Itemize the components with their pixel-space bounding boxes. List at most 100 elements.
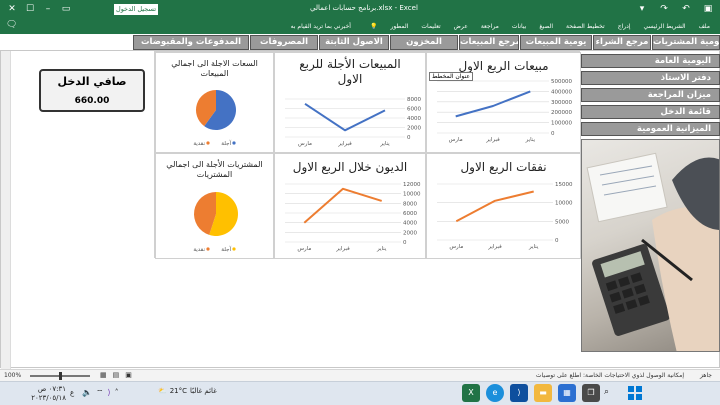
comments-icon[interactable]: 🗨	[6, 20, 17, 30]
normal-view-icon[interactable]: ▣	[125, 371, 132, 379]
side-income-statement[interactable]: قائمة الدخل	[581, 105, 720, 119]
sign-in-button[interactable]: تسجيل الدخول	[114, 4, 158, 15]
expenses-x-tick: يناير	[528, 244, 539, 250]
show-hidden-icons[interactable]: ˄	[115, 388, 119, 398]
ribbon-options-icon[interactable]: ▭	[60, 3, 72, 15]
debts-y-tick: 2000	[403, 230, 417, 236]
zoom-level[interactable]: 100%	[4, 372, 21, 379]
customize-qat-icon[interactable]: ▾	[636, 3, 648, 15]
net-income-card: صافي الدخل 660.00	[39, 69, 145, 112]
search-icon[interactable]: ⌕	[604, 387, 609, 397]
nav-purchase-returns[interactable]: مرجع الشراء	[593, 35, 651, 50]
debts-x-tick: مارس	[297, 246, 311, 252]
redo-icon[interactable]: ↷	[658, 3, 670, 15]
nav-expenses[interactable]: المصروفات	[250, 35, 318, 50]
vscode-app-icon[interactable]: ⟩	[510, 384, 528, 402]
sales-q1-series-line	[455, 90, 531, 118]
side-trial-balance[interactable]: ميزان المراجعة	[581, 88, 720, 102]
page-break-view-icon[interactable]: ▦	[100, 371, 107, 379]
credit-sales-pie-legend-label: نقدية	[193, 141, 205, 147]
expenses-y-tick: 5000	[555, 219, 569, 225]
lightbulb-icon: 💡	[369, 22, 378, 30]
sales-q1-line-chart[interactable]: مبيعات الربع الاول 0 100000 200000 300000 40…	[426, 52, 581, 153]
vscode-tray-icon[interactable]: ⟩	[108, 388, 111, 398]
maximize-icon[interactable]: ☐	[24, 3, 36, 15]
sales-q1-x-tick: يناير	[525, 137, 536, 143]
tab-data[interactable]: بيانات	[512, 23, 526, 30]
debts-y-tick: 10000	[403, 192, 421, 198]
credit-sales-pie-legend-marker	[232, 141, 236, 145]
sales-q1-y-tick: 200000	[551, 110, 572, 116]
debts-x-tick: فبراير	[335, 246, 350, 252]
nav-sales-returns[interactable]: مرجع المبيعات	[459, 35, 519, 50]
input-language[interactable]: ع	[70, 389, 74, 397]
file-explorer-icon[interactable]: ▬	[534, 384, 552, 402]
side-ledger[interactable]: دفتر الاستاذ	[581, 71, 720, 85]
credit-sales-pie-legend-marker	[206, 141, 210, 145]
net-income-value: 660.00	[74, 96, 110, 106]
credit-purchases-pie-svg: آجلة نقدية	[193, 192, 239, 253]
tell-me-search[interactable]: أخبرني بما تريد القيام به	[291, 23, 351, 30]
nav-sales-journal[interactable]: يومية المبيعات	[520, 35, 592, 50]
view-buttons: ▦ ▤ ▣	[100, 371, 132, 379]
minimize-icon[interactable]: –	[42, 3, 54, 15]
windows-start-icon[interactable]	[628, 386, 642, 400]
debts-line-chart[interactable]: الديون خلال الربع الاول 0 2000 4000 6000 800…	[274, 153, 426, 259]
tab-view[interactable]: عرض	[454, 23, 468, 30]
sales-q1-y-tick: 100000	[551, 121, 572, 127]
expenses-y-tick: 0	[555, 238, 559, 244]
credit-sales-pie-svg: آجلة نقدية	[193, 90, 236, 147]
taskbar-clock[interactable]: ٠٧:٣١ ص ٢٠٢٣/٠٥/١٨	[30, 385, 66, 403]
tab-home[interactable]: الشريط الرئيسي	[644, 23, 686, 30]
wifi-icon[interactable]: ⌔	[96, 388, 104, 398]
nav-purchases-journal[interactable]: يومية المشتريات	[652, 35, 720, 50]
tab-insert[interactable]: إدراج	[618, 23, 631, 30]
store-app-icon[interactable]: ▦	[558, 384, 576, 402]
nav-fixed-assets[interactable]: الاصول الثابتة	[319, 35, 389, 50]
page-layout-view-icon[interactable]: ▤	[113, 371, 120, 379]
task-view-icon[interactable]: ❐	[582, 384, 600, 402]
edge-app-icon[interactable]: e	[486, 384, 504, 402]
close-icon[interactable]: ✕	[6, 3, 18, 15]
charts-grid: السعات الاجلة الى اجمالي المبيعات آجلة نق…	[154, 51, 581, 259]
credit-purchases-pie-legend-label: نقدية	[193, 247, 205, 253]
side-general-journal[interactable]: اليومية العامة	[581, 54, 720, 68]
tab-review[interactable]: مراجعة	[481, 23, 499, 30]
expenses-y-tick: 10000	[555, 201, 573, 207]
nav-inventory[interactable]: المخزون	[390, 35, 458, 50]
sales-q1-y-tick: 0	[551, 131, 555, 137]
debts-x-tick: يناير	[376, 246, 387, 252]
accessibility-status[interactable]: إمكانية الوصول لذوي الاحتياجات الخاصة: ا…	[536, 372, 684, 379]
credit-sales-y-tick: 8000	[407, 97, 421, 103]
expenses-line-chart[interactable]: نفقات الربع الاول 0 5000 10000 15000 يناير فب…	[426, 153, 581, 259]
weather-widget[interactable]: ⛅ 21°C غائم غالبًا	[158, 387, 217, 395]
credit-sales-y-tick: 6000	[407, 107, 421, 113]
tab-help[interactable]: تعليمات	[421, 23, 440, 30]
weather-desc: غائم غالبًا	[190, 387, 217, 395]
credit-sales-pie-chart[interactable]: السعات الاجلة الى اجمالي المبيعات آجلة نق…	[155, 52, 274, 153]
volume-icon[interactable]: 🔈	[82, 388, 92, 398]
tab-file[interactable]: ملف	[699, 23, 710, 30]
excel-app-icon[interactable]: X	[462, 384, 480, 402]
credit-purchases-pie-chart[interactable]: المشتريات الأجلة الى اجمالي المشتريات آج…	[155, 153, 274, 259]
zoom-slider-handle[interactable]	[59, 372, 62, 380]
credit-sales-line-chart[interactable]: المبيعات الأجلة للربع الاول 0 2000 4000 600…	[274, 52, 426, 153]
tab-developer[interactable]: المطور	[390, 23, 408, 30]
tab-formulas[interactable]: الصيغ	[539, 23, 553, 30]
debts-y-tick: 12000	[403, 182, 421, 188]
credit-purchases-pie-legend-marker	[206, 247, 210, 251]
credit-sales-x-tick: مارس	[298, 141, 312, 147]
worksheet-area: صافي الدخل 660.00 السعات الاجلة الى اجما…	[0, 50, 720, 369]
debts-y-tick: 4000	[403, 221, 417, 227]
tab-page-layout[interactable]: تخطيط الصفحة	[566, 23, 605, 30]
side-balance-sheet[interactable]: الميزانية العمومية	[581, 122, 720, 136]
ribbon-tabs: ملف الشريط الرئيسي إدراج تخطيط الصفحة ال…	[0, 18, 720, 34]
credit-sales-series-line	[304, 102, 386, 132]
credit-sales-pie-legend-label: آجلة	[221, 140, 231, 147]
save-icon[interactable]: ▣	[702, 3, 714, 15]
nav-payments-receipts[interactable]: المدفوعات والمقبوضات	[133, 35, 249, 50]
undo-icon[interactable]: ↶	[680, 3, 692, 15]
sales-q1-line-svg: 0 100000 200000 300000 400000 500000 يناير فبرا…	[437, 79, 572, 143]
quick-access-toolbar: ▾ ↷ ↶ ▣	[636, 3, 714, 15]
sheet-nav-buttons: يومية المشتريات مرجع الشراء يومية المبيع…	[113, 35, 720, 50]
